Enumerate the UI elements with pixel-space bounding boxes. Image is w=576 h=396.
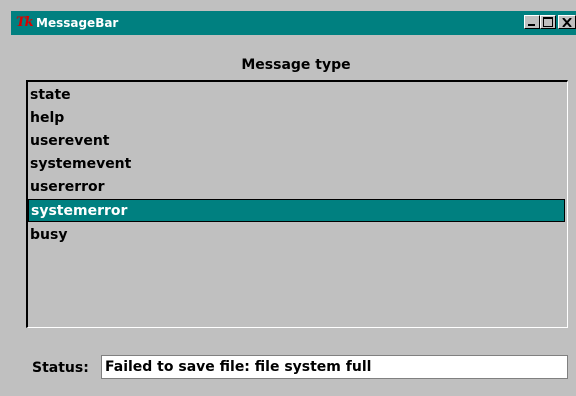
message-type-listbox[interactable]: state help userevent systemevent usererr… [26,80,568,328]
message-type-heading: Message type [241,57,351,73]
close-button[interactable] [558,15,576,29]
messagebar-window: Tk MessageBar Message type state help us… [0,0,576,396]
window-title: MessageBar [36,16,119,30]
list-item-help[interactable]: help [28,107,565,130]
list-item-state[interactable]: state [28,84,565,107]
close-icon [562,18,572,27]
title-bar[interactable]: Tk MessageBar [11,11,576,35]
list-item-busy[interactable]: busy [28,224,565,247]
minimize-button[interactable] [524,15,540,29]
tk-logo-icon: Tk [16,15,34,30]
status-message-field: Failed to save file: file system full [101,355,568,379]
list-item-usererror[interactable]: usererror [28,176,565,199]
list-item-userevent[interactable]: userevent [28,130,565,153]
status-label: Status: [32,360,89,376]
list-item-systemerror[interactable]: systemerror [28,199,565,222]
maximize-button[interactable] [540,15,556,29]
list-item-systemevent[interactable]: systemevent [28,153,565,176]
